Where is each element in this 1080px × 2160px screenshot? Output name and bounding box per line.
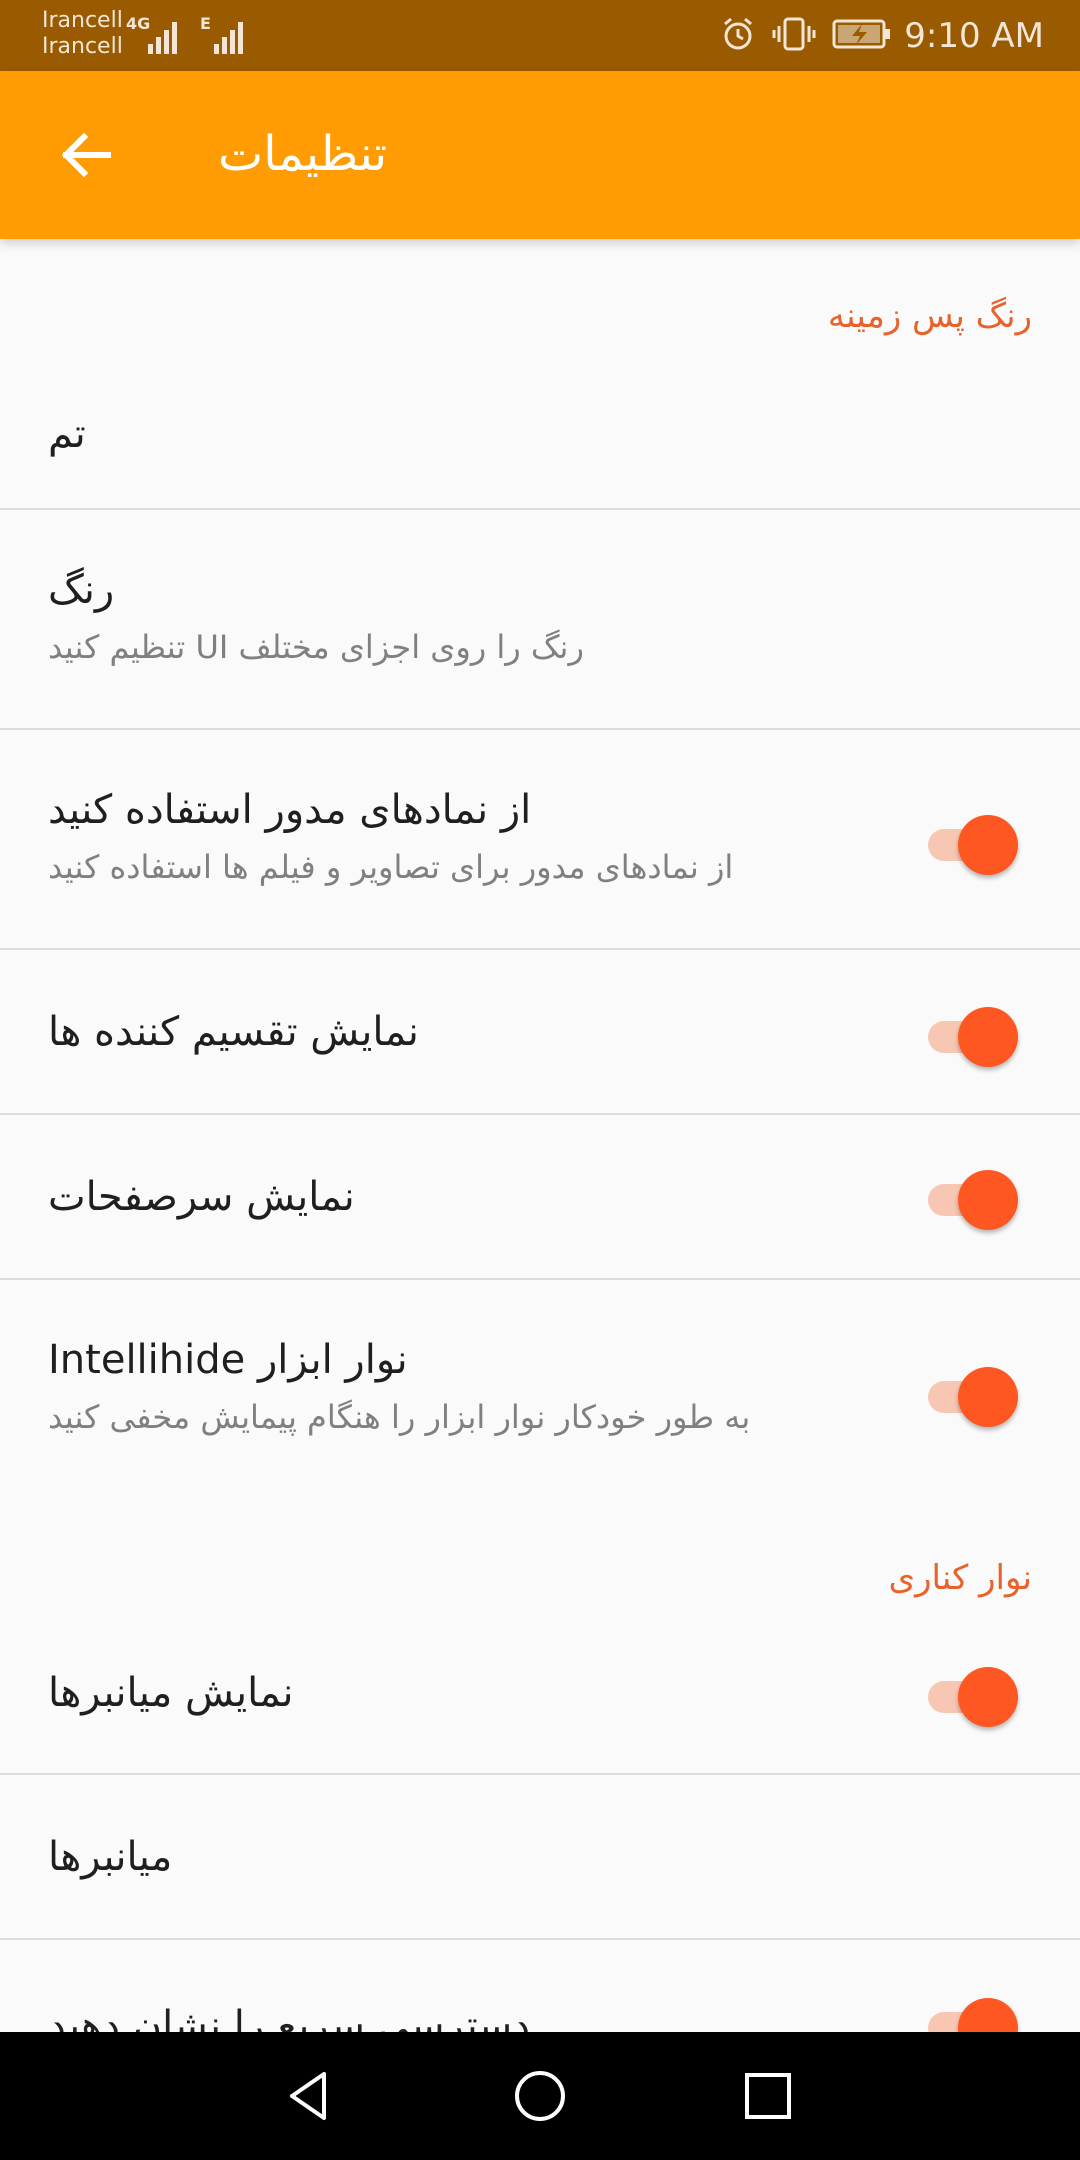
- pref-color[interactable]: رنگ رنگ را روی اجزای مختلف UI تنظیم کنید: [0, 510, 1080, 730]
- category-header-sidebar: نوار کناری: [888, 1558, 1032, 1598]
- pref-show-headers[interactable]: نمایش سرصفحات: [0, 1115, 1080, 1280]
- circle-home-icon: [515, 2071, 565, 2121]
- vibrate-icon: [772, 16, 816, 56]
- status-bar: Irancell Irancell 4G E 9:10 AM: [0, 0, 1080, 71]
- pref-quick-access-title: دسترسی سریع را نشان دهید: [48, 2003, 530, 2032]
- pref-rounded-icons-title: از نمادهای مدور استفاده کنید: [48, 787, 532, 833]
- intellihide-switch[interactable]: [922, 1359, 1022, 1427]
- pref-theme-title: تم: [48, 411, 86, 457]
- pref-color-title: رنگ: [48, 567, 115, 613]
- status-icons: 9:10 AM: [704, 12, 1044, 60]
- pref-show-dividers[interactable]: نمایش تقسیم کننده ها: [0, 950, 1080, 1115]
- carrier-2: Irancell: [42, 34, 123, 59]
- navigation-bar: [0, 2032, 1080, 2160]
- pref-quick-access[interactable]: دسترسی سریع را نشان دهید: [0, 1940, 1080, 2032]
- signal-1-icon: 4G: [126, 14, 178, 54]
- pref-shortcuts[interactable]: میانبرها: [0, 1775, 1080, 1940]
- pref-intellihide-toolbar[interactable]: نوار ابزار Intellihide به طور خودکار نوا…: [0, 1280, 1080, 1520]
- network-type-1: 4G: [126, 14, 151, 33]
- pref-show-headers-title: نمایش سرصفحات: [48, 1174, 355, 1220]
- rounded-icons-switch[interactable]: [922, 807, 1022, 875]
- triangle-back-icon: [290, 2072, 326, 2120]
- arrow-left-icon: [61, 132, 111, 178]
- pref-shortcuts-title: میانبرها: [48, 1834, 173, 1880]
- show-shortcuts-switch[interactable]: [922, 1659, 1022, 1727]
- alarm-icon: [720, 16, 756, 56]
- nav-home-button[interactable]: [500, 2056, 580, 2136]
- carrier-1: Irancell: [42, 8, 123, 33]
- switch-thumb: [958, 1998, 1018, 2032]
- pref-intellihide-title: نوار ابزار Intellihide: [48, 1337, 408, 1383]
- pref-color-summary: رنگ را روی اجزای مختلف UI تنظیم کنید: [48, 628, 584, 666]
- show-headers-switch[interactable]: [922, 1162, 1022, 1230]
- switch-thumb: [958, 1667, 1018, 1727]
- app-bar: تنظیمات: [0, 71, 1080, 239]
- nav-recents-button[interactable]: [728, 2056, 808, 2136]
- back-button[interactable]: [48, 117, 124, 193]
- signal-2-icon: E: [198, 14, 250, 54]
- quick-access-switch[interactable]: [922, 1990, 1022, 2032]
- settings-list[interactable]: رنگ پس زمینه تم رنگ رنگ را روی اجزای مخت…: [0, 239, 1080, 2032]
- pref-show-shortcuts-title: نمایش میانبرها: [48, 1670, 294, 1716]
- switch-thumb: [958, 1170, 1018, 1230]
- pref-show-shortcuts[interactable]: نمایش میانبرها: [0, 1620, 1080, 1775]
- switch-thumb: [958, 1367, 1018, 1427]
- category-header-background: رنگ پس زمینه: [827, 296, 1032, 336]
- carrier-names: Irancell Irancell: [42, 8, 123, 60]
- clock: 9:10 AM: [904, 16, 1044, 56]
- show-dividers-switch[interactable]: [922, 999, 1022, 1067]
- pref-rounded-icons[interactable]: از نمادهای مدور استفاده کنید از نمادهای …: [0, 730, 1080, 950]
- battery-charging-icon: [832, 18, 892, 54]
- nav-back-button[interactable]: [268, 2056, 348, 2136]
- square-recents-icon: [745, 2073, 791, 2119]
- pref-theme[interactable]: تم: [0, 358, 1080, 510]
- network-type-2: E: [200, 14, 211, 33]
- switch-thumb: [958, 815, 1018, 875]
- page-title: تنظیمات: [218, 126, 388, 182]
- pref-show-dividers-title: نمایش تقسیم کننده ها: [48, 1009, 419, 1055]
- switch-thumb: [958, 1007, 1018, 1067]
- pref-rounded-icons-summary: از نمادهای مدور برای تصاویر و فیلم ها اس…: [48, 848, 734, 886]
- pref-intellihide-summary: به طور خودکار نوار ابزار را هنگام پیمایش…: [48, 1398, 751, 1436]
